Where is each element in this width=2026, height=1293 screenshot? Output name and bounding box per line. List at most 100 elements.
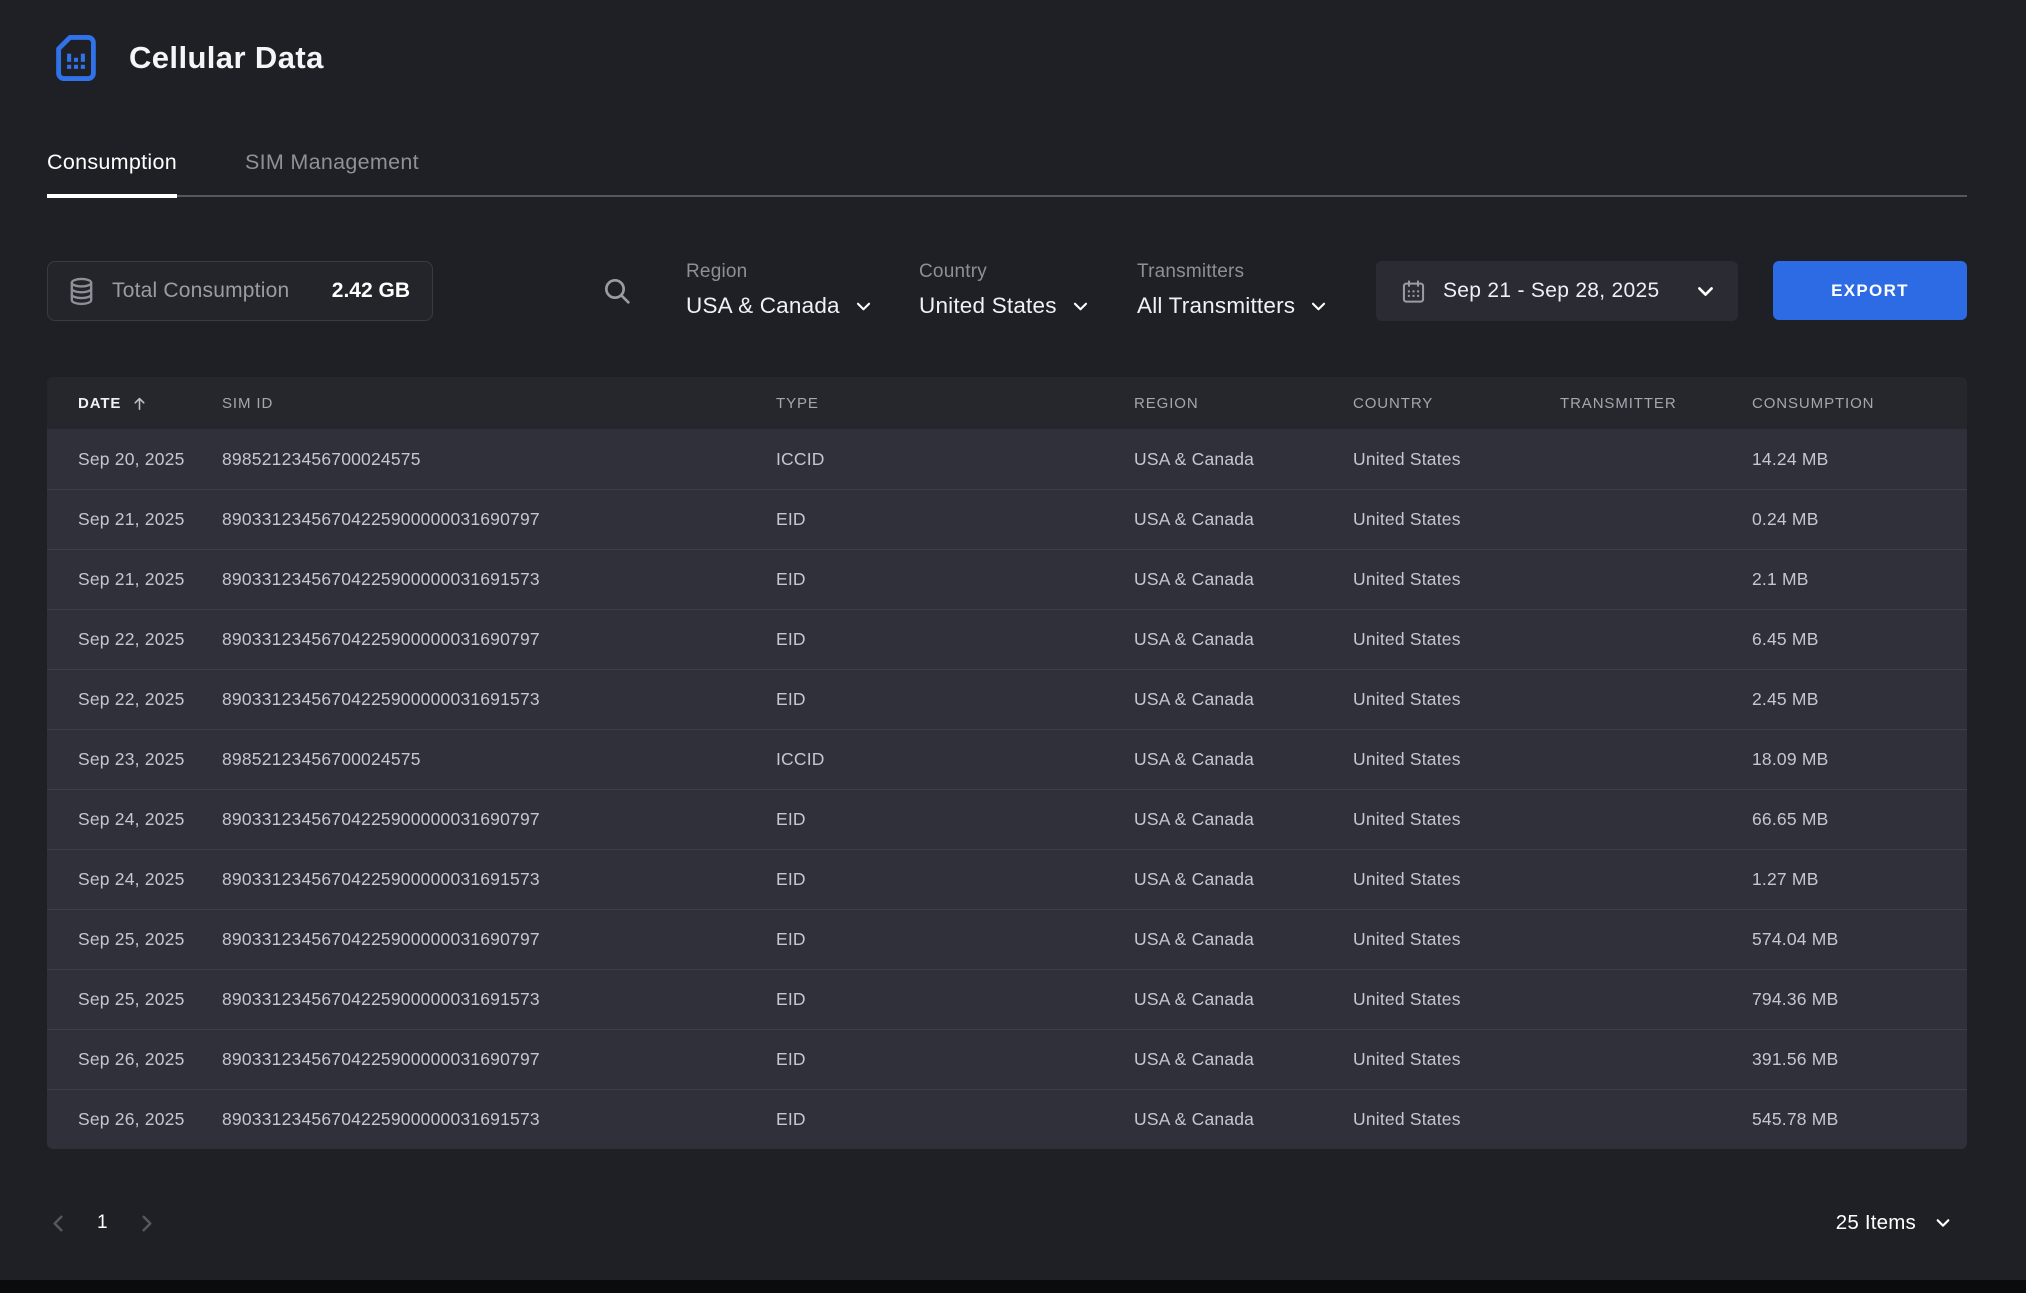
cell-date: Sep 23, 2025 <box>78 749 222 770</box>
cell-consumption: 14.24 MB <box>1752 449 1967 470</box>
cell-region: USA & Canada <box>1134 629 1353 650</box>
cell-consumption: 66.65 MB <box>1752 809 1967 830</box>
total-consumption-card: Total Consumption 2.42 GB <box>47 261 433 321</box>
table-row: Sep 22, 2025 890331234567042259000000316… <box>47 669 1967 729</box>
cell-sim-id: 89033123456704225900000031691573 <box>222 1109 776 1130</box>
consumption-table: DATE SIM ID TYPE REGION COUNTRY TRANSMIT… <box>47 377 1967 1149</box>
cell-date: Sep 24, 2025 <box>78 869 222 890</box>
sim-card-icon <box>47 29 105 87</box>
country-label: Country <box>919 261 1090 283</box>
cell-region: USA & Canada <box>1134 449 1353 470</box>
filter-bar: Total Consumption 2.42 GB Region USA & C… <box>47 261 1967 321</box>
cell-date: Sep 21, 2025 <box>78 509 222 530</box>
items-per-page-value: 25 Items <box>1836 1211 1916 1235</box>
table-row: Sep 21, 2025 890331234567042259000000316… <box>47 549 1967 609</box>
country-value: United States <box>919 293 1057 319</box>
cell-country: United States <box>1353 569 1560 590</box>
chevron-down-icon <box>854 297 873 316</box>
cell-sim-id: 89033123456704225900000031690797 <box>222 1049 776 1070</box>
cell-sim-id: 89852123456700024575 <box>222 749 776 770</box>
region-label: Region <box>686 261 873 283</box>
table-row: Sep 24, 2025 890331234567042259000000316… <box>47 789 1967 849</box>
cell-type: EID <box>776 569 1134 590</box>
date-range-value: Sep 21 - Sep 28, 2025 <box>1443 279 1659 303</box>
region-dropdown[interactable]: Region USA & Canada <box>686 261 873 319</box>
cell-consumption: 391.56 MB <box>1752 1049 1967 1070</box>
cell-type: EID <box>776 629 1134 650</box>
cell-type: EID <box>776 509 1134 530</box>
cell-consumption: 2.1 MB <box>1752 569 1967 590</box>
pager: 1 <box>47 1212 158 1235</box>
total-consumption-label: Total Consumption <box>112 279 289 303</box>
cell-country: United States <box>1353 869 1560 890</box>
table-row: Sep 25, 2025 890331234567042259000000316… <box>47 969 1967 1029</box>
column-header-date[interactable]: DATE <box>78 395 222 412</box>
table-row: Sep 22, 2025 890331234567042259000000316… <box>47 609 1967 669</box>
cell-date: Sep 26, 2025 <box>78 1049 222 1070</box>
cell-region: USA & Canada <box>1134 749 1353 770</box>
cell-type: EID <box>776 689 1134 710</box>
cell-consumption: 1.27 MB <box>1752 869 1967 890</box>
cell-date: Sep 21, 2025 <box>78 569 222 590</box>
total-consumption-value: 2.42 GB <box>332 279 410 303</box>
cell-date: Sep 22, 2025 <box>78 689 222 710</box>
cell-region: USA & Canada <box>1134 1049 1353 1070</box>
cell-region: USA & Canada <box>1134 809 1353 830</box>
cell-region: USA & Canada <box>1134 989 1353 1010</box>
cell-consumption: 6.45 MB <box>1752 629 1967 650</box>
cell-sim-id: 89852123456700024575 <box>222 449 776 470</box>
cell-sim-id: 89033123456704225900000031691573 <box>222 989 776 1010</box>
cell-country: United States <box>1353 749 1560 770</box>
export-button[interactable]: EXPORT <box>1773 261 1967 320</box>
cell-date: Sep 25, 2025 <box>78 989 222 1010</box>
cell-consumption: 545.78 MB <box>1752 1109 1967 1130</box>
column-header-type[interactable]: TYPE <box>776 395 1134 412</box>
cell-type: EID <box>776 1049 1134 1070</box>
column-header-transmitter[interactable]: TRANSMITTER <box>1560 395 1752 412</box>
table-row: Sep 23, 2025 89852123456700024575 ICCID … <box>47 729 1967 789</box>
table-body: Sep 20, 2025 89852123456700024575 ICCID … <box>47 429 1967 1149</box>
column-header-region[interactable]: REGION <box>1134 395 1353 412</box>
chevron-left-icon[interactable] <box>47 1212 70 1235</box>
date-range-picker[interactable]: Sep 21 - Sep 28, 2025 <box>1376 261 1738 321</box>
page-number[interactable]: 1 <box>97 1212 108 1234</box>
table-row: Sep 21, 2025 890331234567042259000000316… <box>47 489 1967 549</box>
cell-country: United States <box>1353 689 1560 710</box>
cell-region: USA & Canada <box>1134 1109 1353 1130</box>
table-row: Sep 20, 2025 89852123456700024575 ICCID … <box>47 429 1967 489</box>
database-icon <box>66 276 97 307</box>
cell-region: USA & Canada <box>1134 929 1353 950</box>
cell-country: United States <box>1353 509 1560 530</box>
app-header: Cellular Data <box>47 28 1967 88</box>
cell-type: EID <box>776 809 1134 830</box>
table-header-row: DATE SIM ID TYPE REGION COUNTRY TRANSMIT… <box>47 377 1967 429</box>
cell-region: USA & Canada <box>1134 689 1353 710</box>
transmitters-dropdown[interactable]: Transmitters All Transmitters <box>1137 261 1328 319</box>
search-icon[interactable] <box>601 275 633 307</box>
chevron-right-icon[interactable] <box>135 1212 158 1235</box>
cell-sim-id: 89033123456704225900000031690797 <box>222 629 776 650</box>
cell-date: Sep 24, 2025 <box>78 809 222 830</box>
column-header-consumption[interactable]: CONSUMPTION <box>1752 395 1967 412</box>
cell-type: EID <box>776 989 1134 1010</box>
tab-consumption[interactable]: Consumption <box>47 150 177 195</box>
cell-country: United States <box>1353 1049 1560 1070</box>
cell-sim-id: 89033123456704225900000031690797 <box>222 809 776 830</box>
items-per-page-dropdown[interactable]: 25 Items <box>1836 1211 1952 1235</box>
column-header-sim-id[interactable]: SIM ID <box>222 395 776 412</box>
cell-country: United States <box>1353 989 1560 1010</box>
cell-sim-id: 89033123456704225900000031691573 <box>222 869 776 890</box>
cell-consumption: 0.24 MB <box>1752 509 1967 530</box>
page-title: Cellular Data <box>129 40 324 76</box>
cell-date: Sep 20, 2025 <box>78 449 222 470</box>
cell-type: ICCID <box>776 749 1134 770</box>
tab-sim-management[interactable]: SIM Management <box>245 150 419 195</box>
cell-type: ICCID <box>776 449 1134 470</box>
chevron-down-icon <box>1071 297 1090 316</box>
cell-consumption: 18.09 MB <box>1752 749 1967 770</box>
table-row: Sep 26, 2025 890331234567042259000000316… <box>47 1089 1967 1149</box>
sort-ascending-icon <box>131 395 148 412</box>
cell-type: EID <box>776 929 1134 950</box>
column-header-country[interactable]: COUNTRY <box>1353 395 1560 412</box>
country-dropdown[interactable]: Country United States <box>919 261 1090 319</box>
